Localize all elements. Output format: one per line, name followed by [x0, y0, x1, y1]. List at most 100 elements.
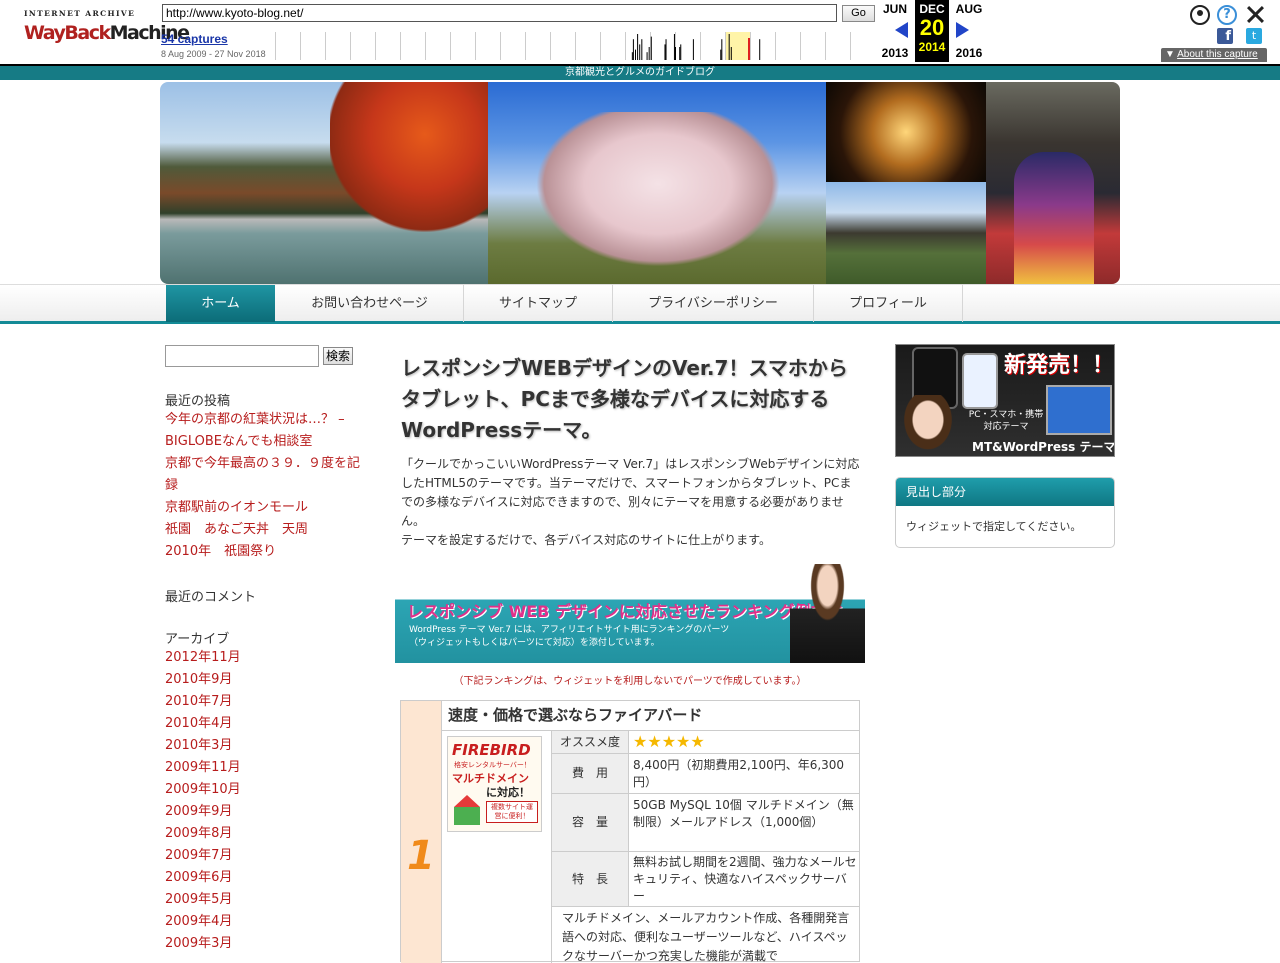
smartphone-image	[962, 353, 998, 409]
next-capture-arrow-icon[interactable]	[956, 22, 969, 38]
rank-item-title[interactable]: 速度・価格で選ぶならファイアバード	[442, 701, 860, 731]
twitter-icon[interactable]: t	[1246, 28, 1262, 44]
header-image[interactable]	[160, 82, 1120, 284]
recent-post-link[interactable]: 2010年 祇園祭り	[165, 541, 365, 563]
wayback-toolbar: INTERNET ARCHIVE WayBackMachine http://w…	[0, 0, 1280, 66]
archive-link[interactable]: 2010年9月	[165, 669, 365, 691]
archive-link[interactable]: 2009年9月	[165, 801, 365, 823]
widget-heading: 見出し部分	[896, 478, 1114, 506]
help-icon[interactable]: ?	[1217, 5, 1237, 25]
close-icon[interactable]	[1246, 5, 1264, 23]
calendar-prev-month[interactable]: JUN 2013	[878, 2, 912, 60]
sparkline-bar[interactable]	[646, 52, 648, 60]
about-capture-button[interactable]: ▼ About this capture	[1161, 48, 1267, 62]
wayback-go-button[interactable]: Go	[842, 5, 875, 22]
archive-link[interactable]: 2009年11月	[165, 757, 365, 779]
sparkline-bar[interactable]	[637, 34, 639, 60]
sparkline-bar[interactable]	[664, 44, 666, 60]
nav-profile[interactable]: プロフィール	[814, 285, 963, 322]
operator-woman-image	[790, 564, 865, 663]
sparkline-bar[interactable]	[648, 47, 650, 60]
sparkline-bar[interactable]	[641, 39, 643, 60]
sparkline-bar[interactable]	[728, 34, 730, 60]
sparkline-bar[interactable]	[635, 49, 636, 60]
spec-row-rating: オススメ度 ★★★★★	[551, 731, 860, 754]
recent-post-link[interactable]: 祇園 あなご天丼 天周	[165, 519, 365, 541]
site-tagline: 京都観光とグルメのガイドブログ	[0, 66, 1280, 80]
wayback-url-input[interactable]: http://www.kyoto-blog.net/	[162, 4, 837, 22]
current-month-label: DEC	[919, 2, 945, 16]
ad-subtitle: PC・スマホ・携帯対応テーマ	[968, 410, 1044, 432]
archive-link[interactable]: 2009年8月	[165, 823, 365, 845]
sparkline-bar[interactable]	[720, 49, 722, 60]
archive-link[interactable]: 2009年10月	[165, 779, 365, 801]
sparkline-bar[interactable]	[631, 52, 633, 60]
sparkline-bar[interactable]	[632, 39, 634, 60]
sparkline-current-marker	[748, 38, 750, 60]
logo-internet-archive: INTERNET ARCHIVE	[24, 9, 136, 18]
facebook-icon[interactable]: f	[1217, 28, 1233, 44]
search-input[interactable]	[165, 345, 319, 367]
archive-link[interactable]: 2009年5月	[165, 889, 365, 911]
monitor-image	[1046, 385, 1112, 435]
house-icon	[454, 795, 480, 825]
sparkline-bar[interactable]	[639, 44, 641, 60]
wayback-captures-link[interactable]: 54 captures	[161, 32, 228, 46]
operator-woman-image	[898, 395, 958, 456]
archive-link[interactable]: 2010年7月	[165, 691, 365, 713]
ranking-banner-subtitle: WordPress テーマ Ver.7 には、アフィリエイトサイト用にランキング…	[409, 624, 729, 650]
triangle-down-icon: ▼	[1165, 49, 1178, 60]
recent-post-link[interactable]: 京都駅前のイオンモール	[165, 497, 365, 519]
nav-contact[interactable]: お問い合わせページ	[276, 285, 464, 322]
sparkline-bar[interactable]	[759, 39, 761, 60]
archive-link[interactable]: 2010年4月	[165, 713, 365, 735]
firebird-logo-sub: 格安レンタルサーバー！	[454, 761, 531, 769]
archive-link[interactable]: 2009年3月	[165, 933, 365, 955]
nav-home[interactable]: ホーム	[166, 285, 275, 322]
spec-row-capacity: 容 量 50GB MySQL 10個 マルチドメイン（無制限）メールアドレス（1…	[551, 794, 860, 852]
next-year-label: 2016	[955, 46, 983, 60]
sparkline-bar[interactable]	[673, 34, 675, 60]
nav-privacy-policy[interactable]: プライバシーポリシー	[613, 285, 814, 322]
sparkline-bar[interactable]	[680, 44, 682, 60]
prev-capture-arrow-icon[interactable]	[895, 22, 908, 38]
widget-body: ウィジェットで指定してください。	[906, 520, 1082, 533]
recent-post-link[interactable]: 今年の京都の紅葉状況は…？ – BIGLOBEなんでも相談室	[165, 409, 365, 453]
archive-link[interactable]: 2012年11月	[165, 647, 365, 669]
theme-ad-banner[interactable]: 新発売！！ PC・スマホ・携帯対応テーマ MT&WordPress テーマ V6	[895, 344, 1115, 457]
spec-row-cost: 費 用 8,400円（初期費用2,100円、年6,300円）	[551, 754, 860, 794]
archive-link[interactable]: 2010年3月	[165, 735, 365, 757]
firebird-logo[interactable]: FIREBIRD 格安レンタルサーバー！ マルチドメイン に対応！ 複数サイト運…	[447, 736, 542, 832]
article-body: 「クールでかっこいいWordPressテーマ Ver.7」はレスポンシブWebデ…	[401, 455, 861, 550]
hero-photo-temple	[826, 182, 986, 284]
spec-label: 容 量	[551, 794, 629, 851]
search-button[interactable]: 検索	[323, 347, 353, 365]
about-capture-label: About this capture	[1177, 49, 1258, 60]
archive-link[interactable]: 2009年4月	[165, 911, 365, 933]
current-day-label: 20	[919, 15, 945, 40]
sparkline-bar[interactable]	[692, 39, 694, 60]
ranking-banner-line: WordPress テーマ Ver.7 には、アフィリエイトサイト用にランキング…	[409, 625, 730, 635]
spec-value: 8,400円（初期費用2,100円、年6,300円）	[633, 758, 845, 789]
sparkline-bar[interactable]	[679, 47, 681, 60]
ad-version: MT&WordPress テーマ V6	[972, 440, 1115, 454]
sparkline-bar[interactable]	[675, 47, 676, 60]
recent-post-link[interactable]: 京都で今年最高の３９．９度を記録	[165, 453, 365, 497]
user-icon[interactable]	[1190, 5, 1210, 25]
sparkline-bar[interactable]	[665, 39, 667, 60]
rank-number-cell: 1	[401, 701, 442, 963]
prev-year-label: 2013	[881, 46, 909, 60]
hero-photo-autumn	[160, 82, 488, 284]
sparkline-bar[interactable]	[721, 39, 723, 60]
nav-sitemap[interactable]: サイトマップ	[464, 285, 613, 322]
hero-maiko-figure	[1014, 152, 1094, 284]
wayback-sparkline[interactable]	[275, 32, 875, 60]
sparkline-bar[interactable]	[650, 36, 652, 60]
wayback-logo[interactable]: INTERNET ARCHIVE WayBackMachine	[24, 9, 190, 51]
prev-month-label: JUN	[882, 2, 907, 16]
archive-link[interactable]: 2009年6月	[165, 867, 365, 889]
calendar-next-month[interactable]: AUG 2016	[952, 2, 986, 60]
rank-description: マルチドメイン、メールアカウント作成、各種開発言語への対応、便利なユーザーツール…	[551, 907, 860, 963]
archive-link[interactable]: 2009年7月	[165, 845, 365, 867]
sparkline-bar[interactable]	[730, 47, 732, 60]
